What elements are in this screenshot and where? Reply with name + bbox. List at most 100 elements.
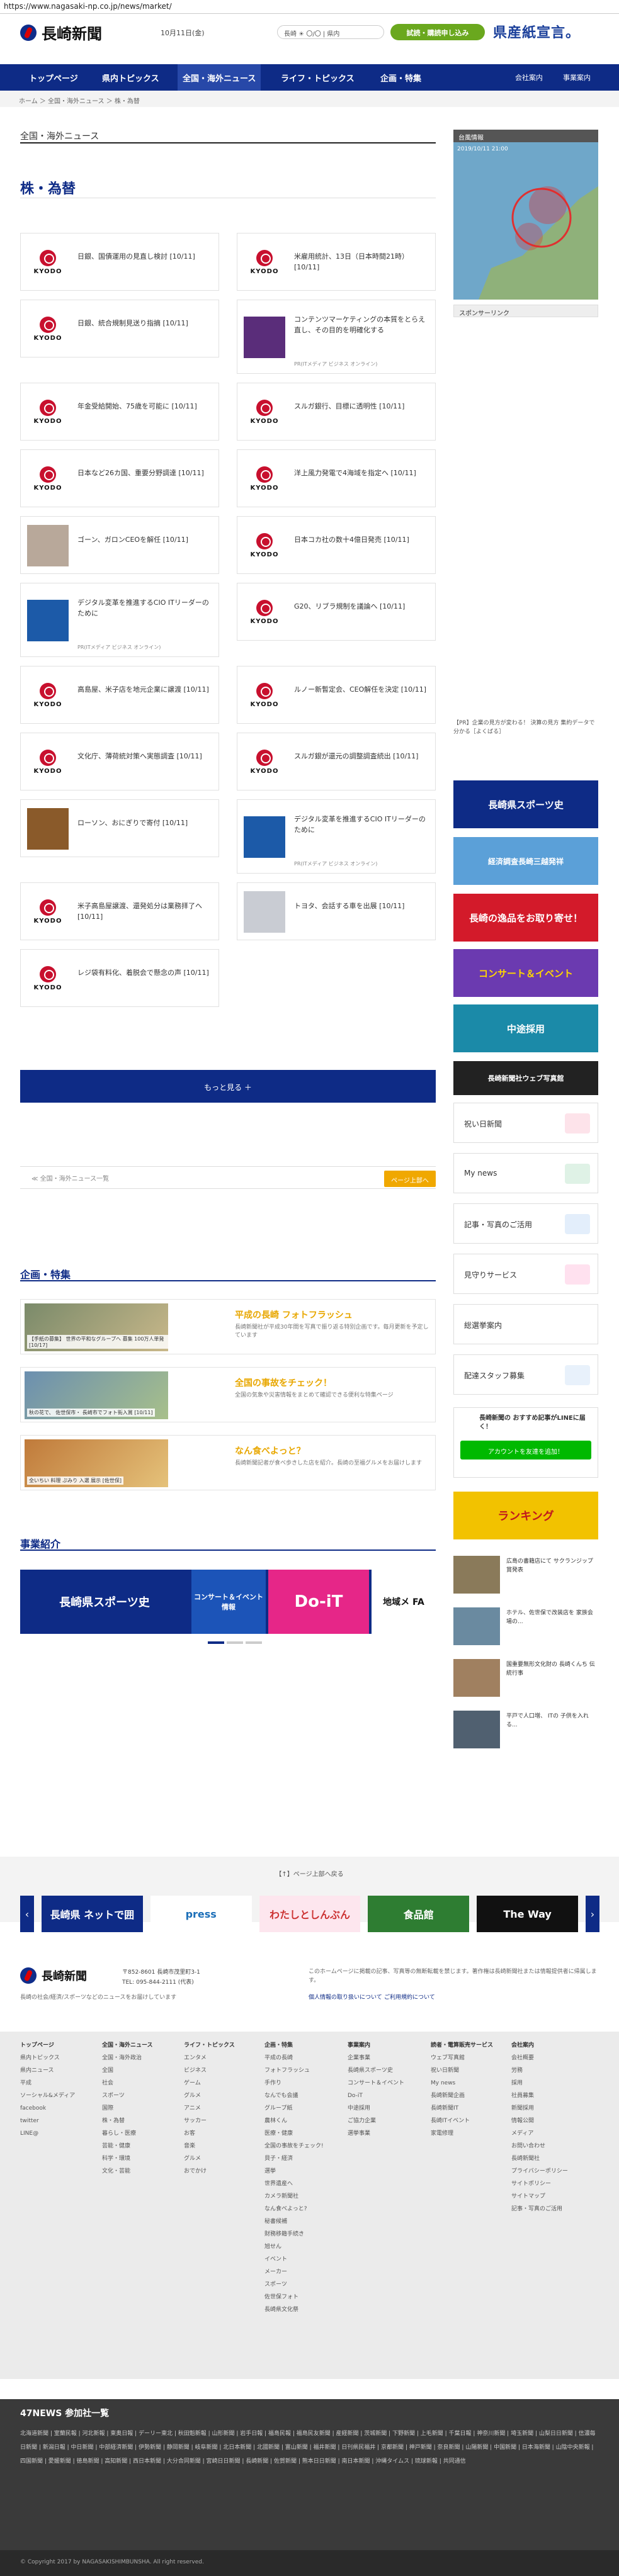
footer-link[interactable]: サッカー — [184, 2115, 253, 2127]
dot[interactable] — [227, 1641, 243, 1644]
footer-link[interactable]: 会社概要 — [511, 2052, 581, 2064]
footer-link[interactable]: 全国・海外政治 — [102, 2052, 171, 2064]
footer-link[interactable]: 貝子・経済 — [264, 2152, 334, 2165]
footer-link[interactable]: twitter — [20, 2115, 89, 2127]
footer-link[interactable]: 長崎新聞企画 — [431, 2089, 500, 2102]
side-banner-photo[interactable]: 長崎新聞社ウェブ写真館 — [453, 1061, 598, 1095]
breadcrumb[interactable]: ホーム ＞ 全国・海外ニュース ＞ 株・為替 — [0, 91, 619, 107]
footer-link[interactable]: イベント — [264, 2253, 334, 2266]
article-card[interactable]: ゴーン、ガロンCEOを解任 [10/11] — [20, 516, 219, 574]
more-button[interactable]: もっと見る ＋ — [20, 1070, 436, 1103]
footer-column-heading[interactable]: 全国・海外ニュース — [102, 2039, 171, 2052]
footer-link[interactable]: 社会 — [102, 2077, 171, 2089]
header-ad-banner[interactable]: 県産紙宣言。 — [493, 21, 580, 42]
biz-sports-history[interactable]: 長崎県スポーツ史 — [20, 1570, 189, 1634]
side-banner-recruit[interactable]: 中途採用 — [453, 1004, 598, 1052]
footer-link[interactable]: おでかけ — [184, 2165, 253, 2178]
footer-link[interactable]: 記事・写真のご活用 — [511, 2203, 581, 2215]
footer-link[interactable]: 長崎ITイベント — [431, 2115, 500, 2127]
footer-link[interactable]: エンタメ — [184, 2052, 253, 2064]
footer-link[interactable]: 祝い日新聞 — [431, 2064, 500, 2077]
footer-link[interactable]: 旭せん — [264, 2241, 334, 2253]
nav-top[interactable]: トップページ — [29, 72, 78, 84]
side-banner-sports[interactable]: 長崎県スポーツ史 — [453, 780, 598, 828]
article-card[interactable]: KYODO 日本コカ社の数十4億日発売 [10/11] — [237, 516, 436, 574]
footer-link[interactable]: 文化・芸能 — [102, 2165, 171, 2178]
footer-link[interactable]: 暮らし・医療 — [102, 2127, 171, 2140]
nav-company[interactable]: 会社案内 — [515, 72, 543, 82]
footer-link[interactable]: お問い合わせ — [511, 2140, 581, 2152]
footer-link[interactable]: アニメ — [184, 2102, 253, 2115]
biz-concert[interactable]: コンサート＆イベント情報 — [191, 1570, 266, 1634]
side-btn-mynews[interactable]: My news — [453, 1153, 598, 1193]
footer-link[interactable]: 国際 — [102, 2102, 171, 2115]
footer-link[interactable]: 採用 — [511, 2077, 581, 2089]
footer-link[interactable]: 家電修理 — [431, 2127, 500, 2140]
biz-local[interactable]: 地域メ FA — [372, 1570, 436, 1634]
footer-link[interactable]: 県内トピックス — [20, 2052, 89, 2064]
article-card[interactable]: KYODO 日銀、国債運用の見直し検討 [10/11] — [20, 233, 219, 291]
carousel-banner[interactable]: press — [150, 1896, 252, 1932]
footer-link[interactable]: 医療・健康 — [264, 2127, 334, 2140]
pr-link[interactable]: 【PR】企業の見方が変わる！ 決算の見方 集約データで分かる［よくばる］ — [453, 719, 598, 746]
footer-link[interactable]: 中途採用 — [348, 2102, 417, 2115]
article-card[interactable]: コンテンツマーケティングの本質をとらえ直し、その目的を明確化する PR(ITメディ… — [237, 300, 436, 374]
article-card[interactable]: KYODO ルノー新暫定会、CEO解任を決定 [10/11] — [237, 666, 436, 724]
ranking-banner[interactable]: ランキング — [453, 1492, 598, 1539]
footer-link[interactable]: 全国の事故をチェック! — [264, 2140, 334, 2152]
carousel-banner[interactable]: The Way — [477, 1896, 578, 1932]
side-btn-staff[interactable]: 配達スタッフ募集 — [453, 1354, 598, 1395]
footer-link[interactable]: 労務 — [511, 2064, 581, 2077]
footer-link[interactable]: ビジネス — [184, 2064, 253, 2077]
footer-link[interactable]: facebook — [20, 2102, 89, 2115]
footer-link[interactable]: グループ紙 — [264, 2102, 334, 2115]
footer-link[interactable]: カメラ新聞社 — [264, 2190, 334, 2203]
footer-link[interactable]: グルメ — [184, 2089, 253, 2102]
side-btn-watch[interactable]: 見守りサービス — [453, 1254, 598, 1294]
footer-link[interactable]: プライバシーポリシー — [511, 2165, 581, 2178]
footer-logo[interactable]: 長崎新聞 — [20, 1967, 87, 1984]
url-bar[interactable]: https://www.nagasaki-np.co.jp/news/marke… — [0, 0, 619, 14]
article-card[interactable]: KYODO 高島屋、米子店を地元企業に譲渡 [10/11] — [20, 666, 219, 724]
footer-column-heading[interactable]: トップページ — [20, 2039, 89, 2052]
carousel-banner[interactable]: 長崎県 ネットで囲 — [42, 1896, 143, 1932]
side-news-item[interactable]: 国重要無形文化財の 長崎くんち 伝統行事 — [453, 1659, 598, 1704]
nav-national[interactable]: 全国・海外ニュース — [178, 64, 261, 91]
footer-link[interactable]: 長崎県文化祭 — [264, 2303, 334, 2316]
article-card[interactable]: KYODO 日銀、統合規制見送り指摘 [10/11] — [20, 300, 219, 357]
feature-card[interactable]: 秋の花で、 佐世保市・ 長崎市でフォト街入賞 [10/11] 全国の事故をチェッ… — [20, 1367, 436, 1422]
footer-link[interactable]: 手作り — [264, 2077, 334, 2089]
dot[interactable] — [208, 1641, 224, 1644]
footer-link[interactable]: 情報公開 — [511, 2115, 581, 2127]
footer-link[interactable]: 選挙 — [264, 2165, 334, 2178]
side-btn-election[interactable]: 総選挙案内 — [453, 1304, 598, 1344]
article-card[interactable]: KYODO 年金受給開始、75歳を可能に [10/11] — [20, 383, 219, 441]
carousel-banner[interactable]: わたしとしんぶん — [259, 1896, 361, 1932]
footer-link[interactable]: 財務移籍手続き — [264, 2228, 334, 2241]
footer-link[interactable]: なんでも会議 — [264, 2089, 334, 2102]
footer-link[interactable]: サイトマップ — [511, 2190, 581, 2203]
article-card[interactable]: KYODO スルガ銀行、目標に透明性 [10/11] — [237, 383, 436, 441]
weather-widget[interactable]: 長崎 ☀ 〇/〇 | 県内 — [277, 25, 384, 39]
nav-life[interactable]: ライフ・トピックス — [281, 72, 355, 84]
footer-link[interactable]: 新聞採用 — [511, 2102, 581, 2115]
footer-link[interactable]: ゲーム — [184, 2077, 253, 2089]
carousel-dots[interactable] — [208, 1641, 262, 1644]
footer-link[interactable]: Do-iT — [348, 2089, 417, 2102]
footer-link[interactable]: 株・為替 — [102, 2115, 171, 2127]
carousel-banner[interactable]: 食品館 — [368, 1896, 470, 1932]
article-card[interactable]: KYODO 米雇用統計、13日（日本時間21時） [10/11] — [237, 233, 436, 291]
carousel-prev-icon[interactable]: ‹ — [20, 1896, 34, 1932]
dot[interactable] — [246, 1641, 262, 1644]
footer-link[interactable]: ソーシャル&メディア — [20, 2089, 89, 2102]
footer-link[interactable]: グルメ — [184, 2152, 253, 2165]
article-card[interactable]: ローソン、おにぎりで寄付 [10/11] — [20, 799, 219, 857]
feature-card[interactable]: 全いちい 料理 ぷみり 入選 展示 [佐世保] なん食べよっと？ 長崎新聞記者が… — [20, 1435, 436, 1490]
footer-link[interactable]: ウェブ写真館 — [431, 2052, 500, 2064]
footer-link[interactable]: My news — [431, 2077, 500, 2089]
article-card[interactable]: KYODO 米子高島屋譲渡、還発処分は業務拝了へ [10/11] — [20, 882, 219, 940]
article-card[interactable]: KYODO スルガ銀が還元の調整調査続出 [10/11] — [237, 733, 436, 790]
article-card[interactable]: KYODO 文化庁、薄荷統対策へ実態調査 [10/11] — [20, 733, 219, 790]
privacy-link[interactable]: 個人情報の取り扱いについて — [309, 1993, 382, 2001]
footer-link[interactable]: ご協力企業 — [348, 2115, 417, 2127]
